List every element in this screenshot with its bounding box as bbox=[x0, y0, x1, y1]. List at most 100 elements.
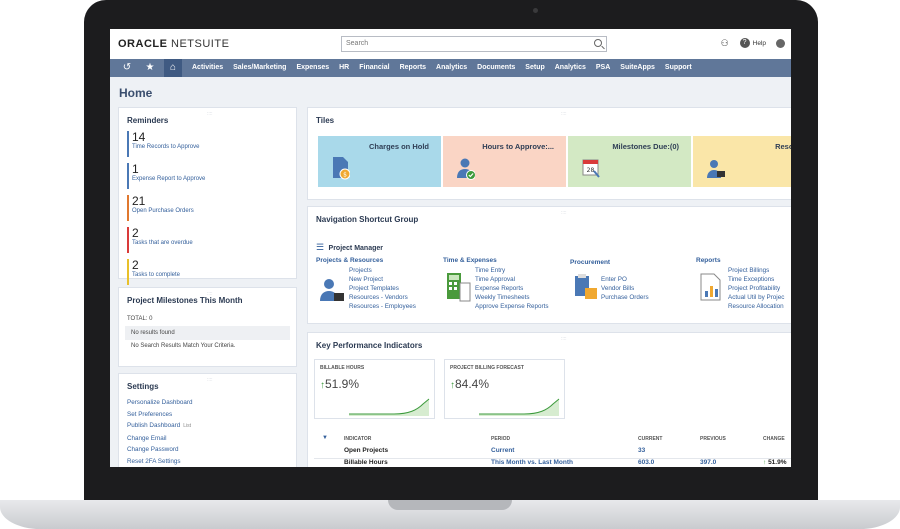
group-reports-title: Reports bbox=[696, 257, 721, 264]
drag-handle[interactable]: :::: bbox=[207, 377, 213, 383]
nav-sales-marketing[interactable]: Sales/Marketing bbox=[228, 59, 291, 77]
nav-analytics[interactable]: Analytics bbox=[431, 59, 472, 77]
reminder-count: 1 bbox=[132, 162, 139, 176]
screen: ORACLE NETSUITE Search ⚇ ? Help ↺ ★ ⌂ Act… bbox=[110, 29, 791, 467]
link-vendor-bills[interactable]: Vendor Bills bbox=[601, 284, 634, 293]
link-time-entry[interactable]: Time Entry bbox=[475, 266, 505, 275]
tile-label: Hours to Approve:... bbox=[482, 142, 554, 151]
help-icon: ? bbox=[739, 38, 750, 48]
reminders-portlet: :::: Reminders 14 Time Records to Approve… bbox=[118, 107, 297, 285]
nav-suiteapps[interactable]: SuiteApps bbox=[615, 59, 660, 77]
link-resources-vendors[interactable]: Resources - Vendors bbox=[349, 293, 408, 302]
help-button[interactable]: ? Help bbox=[739, 38, 766, 48]
nav-expenses[interactable]: Expenses bbox=[291, 59, 334, 77]
reminder-item[interactable]: 21 Open Purchase Orders bbox=[127, 195, 296, 221]
people-icon bbox=[320, 279, 344, 301]
link-project-templates[interactable]: Project Templates bbox=[349, 284, 399, 293]
project-manager-label: Project Manager bbox=[328, 245, 383, 252]
no-results-box: No results found bbox=[125, 326, 290, 340]
link-new-project[interactable]: New Project bbox=[349, 275, 383, 284]
table-cell-change: ↑ 51.9% bbox=[763, 459, 787, 466]
col-header-indicator: INDICATOR bbox=[344, 436, 372, 442]
reset-2fa-link[interactable]: Reset 2FA Settings bbox=[127, 456, 296, 468]
kpi-value-text: 84.4% bbox=[455, 377, 490, 391]
user-check-icon bbox=[457, 158, 475, 180]
drag-handle[interactable]: :::: bbox=[561, 210, 567, 216]
link-resource-allocation[interactable]: Resource Allocation bbox=[728, 302, 784, 311]
kpi-card-billing-forecast[interactable]: PROJECT BILLING FORECAST ↑84.4% bbox=[444, 359, 565, 419]
link-purchase-orders[interactable]: Purchase Orders bbox=[601, 293, 649, 302]
collapse-arrow-icon[interactable]: ▼ bbox=[322, 435, 328, 441]
nav-psa[interactable]: PSA bbox=[591, 59, 615, 77]
link-actual-util-by-project[interactable]: Actual Util by Projec bbox=[728, 293, 784, 302]
link-weekly-timesheets[interactable]: Weekly Timesheets bbox=[475, 293, 529, 302]
tile-charges-on-hold[interactable]: Charges on Hold $ bbox=[318, 136, 441, 187]
publish-dashboard-link[interactable]: Publish Dashboard List bbox=[127, 420, 296, 433]
col-header-previous: PREVIOUS bbox=[700, 436, 726, 442]
reminder-color-bar bbox=[127, 163, 129, 189]
kpi-card-billable-hours[interactable]: BILLABLE HOURS ↑51.9% bbox=[314, 359, 435, 419]
reminder-item[interactable]: 2 Tasks to complete bbox=[127, 259, 296, 285]
table-cell-indicator: Billable Hours bbox=[344, 459, 388, 466]
recent-icon[interactable]: ↺ bbox=[118, 59, 136, 77]
document-coin-icon: $ bbox=[333, 157, 350, 180]
recent-records-icon[interactable]: ⚇ bbox=[720, 38, 730, 48]
search-input[interactable]: Search bbox=[341, 36, 607, 52]
drag-handle[interactable]: :::: bbox=[561, 111, 567, 117]
drag-handle[interactable]: :::: bbox=[207, 291, 213, 297]
nav-hr[interactable]: HR bbox=[334, 59, 354, 77]
tiles-portlet: :::: Tiles Charges on Hold $ Hours to Ap… bbox=[307, 107, 791, 200]
nav-activities[interactable]: Activities bbox=[187, 59, 228, 77]
change-email-link[interactable]: Change Email bbox=[127, 433, 296, 445]
shortcut-portlet: :::: Navigation Shortcut Group ☰ Project… bbox=[307, 206, 791, 324]
no-match-text: No Search Results Match Your Criteria. bbox=[131, 343, 236, 349]
nav-analytics-2[interactable]: Analytics bbox=[550, 59, 591, 77]
link-enter-po[interactable]: Enter PO bbox=[601, 275, 627, 284]
tile-label: Resou bbox=[775, 142, 791, 151]
chat-icon[interactable] bbox=[776, 38, 785, 48]
kpi-trend-sparkline bbox=[349, 398, 430, 416]
reminder-item[interactable]: 14 Time Records to Approve bbox=[127, 131, 296, 157]
reminder-item[interactable]: 2 Tasks that are overdue bbox=[127, 227, 296, 253]
reminder-color-bar bbox=[127, 227, 129, 253]
tile-milestones-due[interactable]: Milestones Due:(0) 28 bbox=[568, 136, 691, 187]
table-cell-period[interactable]: Current bbox=[491, 447, 514, 454]
tile-resources[interactable]: Resou bbox=[693, 136, 791, 187]
kpi-card-value: ↑84.4% bbox=[445, 371, 564, 391]
favorites-star-icon[interactable]: ★ bbox=[141, 59, 159, 77]
nav-setup[interactable]: Setup bbox=[520, 59, 549, 77]
nav-reports[interactable]: Reports bbox=[395, 59, 431, 77]
set-preferences-link[interactable]: Set Preferences bbox=[127, 409, 296, 421]
personalize-dashboard-link[interactable]: Personalize Dashboard bbox=[127, 397, 296, 409]
logo[interactable]: ORACLE NETSUITE bbox=[118, 38, 229, 50]
table-cell-current[interactable]: 603.0 bbox=[638, 459, 654, 466]
link-time-approval[interactable]: Time Approval bbox=[475, 275, 515, 284]
tile-hours-to-approve[interactable]: Hours to Approve:... bbox=[443, 136, 566, 187]
table-cell-current[interactable]: 33 bbox=[638, 447, 645, 454]
project-manager-header[interactable]: ☰ Project Manager bbox=[316, 237, 383, 255]
link-project-profitability[interactable]: Project Profitability bbox=[728, 284, 780, 293]
drag-handle[interactable]: :::: bbox=[207, 111, 213, 117]
home-icon[interactable]: ⌂ bbox=[164, 59, 182, 77]
link-approve-expense-reports[interactable]: Approve Expense Reports bbox=[475, 302, 549, 311]
link-resources-employees[interactable]: Resources - Employees bbox=[349, 302, 416, 311]
drag-handle[interactable]: :::: bbox=[561, 336, 567, 342]
logo-netsuite: NETSUITE bbox=[171, 38, 230, 50]
change-password-link[interactable]: Change Password bbox=[127, 444, 296, 456]
link-projects[interactable]: Projects bbox=[349, 266, 372, 275]
svg-text:28: 28 bbox=[587, 167, 595, 174]
reminder-item[interactable]: 1 Expense Report to Approve bbox=[127, 163, 296, 189]
link-expense-reports[interactable]: Expense Reports bbox=[475, 284, 523, 293]
link-time-exceptions[interactable]: Time Exceptions bbox=[728, 275, 774, 284]
nav-support[interactable]: Support bbox=[660, 59, 697, 77]
search-icon[interactable] bbox=[594, 39, 602, 47]
kpi-card-label: PROJECT BILLING FORECAST bbox=[450, 365, 524, 371]
table-cell-previous[interactable]: 397.0 bbox=[700, 459, 716, 466]
link-project-billings[interactable]: Project Billings bbox=[728, 266, 769, 275]
camera-icon bbox=[533, 8, 538, 13]
nav-financial[interactable]: Financial bbox=[354, 59, 394, 77]
kpi-portlet: :::: Key Performance Indicators BILLABLE… bbox=[307, 332, 791, 467]
nav-documents[interactable]: Documents bbox=[472, 59, 520, 77]
kpi-value-text: 51.9% bbox=[325, 377, 360, 391]
table-cell-period[interactable]: This Month vs. Last Month bbox=[491, 459, 573, 466]
